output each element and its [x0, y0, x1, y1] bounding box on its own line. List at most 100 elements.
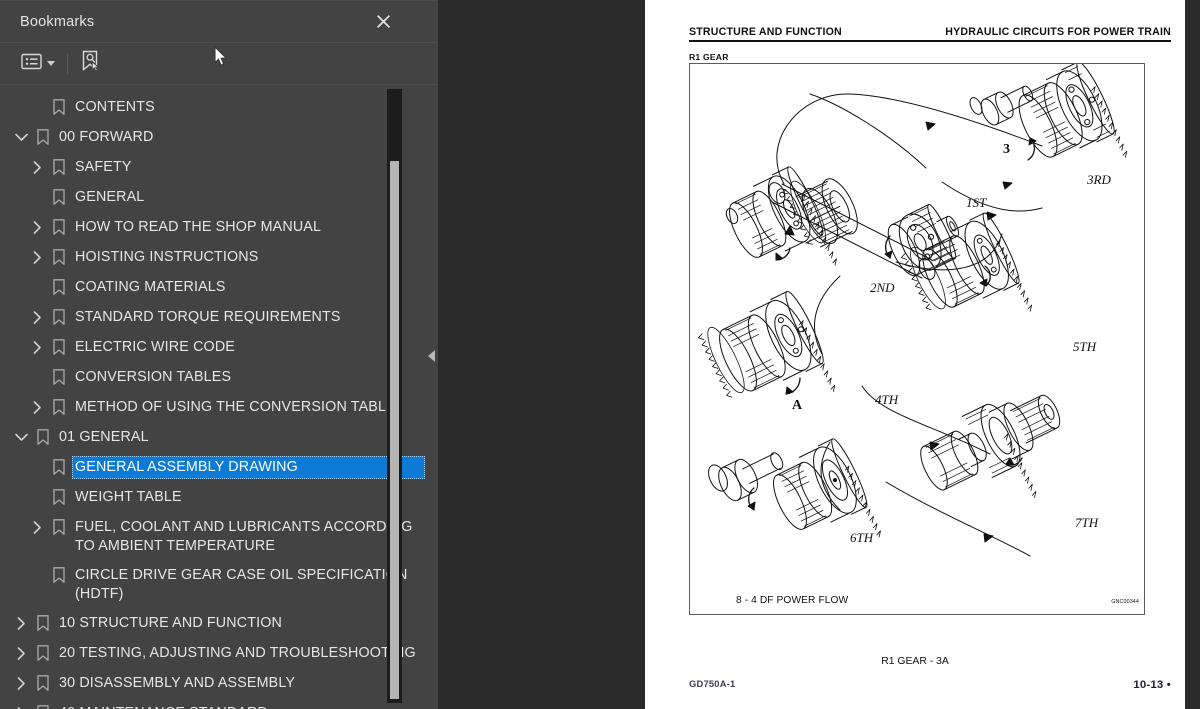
bookmark-label: ELECTRIC WIRE CODE: [75, 339, 235, 355]
bookmark-label: GENERAL ASSEMBLY DRAWING: [72, 456, 425, 479]
chevron-right-icon[interactable]: [26, 216, 48, 238]
bookmark-item[interactable]: METHOD OF USING THE CONVERSION TABLE: [0, 393, 438, 423]
bookmark-label: HOW TO READ THE SHOP MANUAL: [75, 219, 322, 235]
chevron-right-icon[interactable]: [10, 702, 32, 709]
chevron-right-icon[interactable]: [26, 396, 48, 418]
bookmark-item[interactable]: 30 DISASSEMBLY AND ASSEMBLY: [0, 669, 438, 699]
bookmark-label: METHOD OF USING THE CONVERSION TABLE: [75, 399, 396, 415]
bookmark-icon: [32, 642, 54, 664]
figure-reference-code: GNC00344: [1111, 599, 1139, 605]
bookmark-icon: [32, 612, 54, 634]
bookmark-icon: [48, 336, 70, 358]
bookmarks-scrollbar-thumb[interactable]: [390, 161, 399, 699]
figure-title: R1 GEAR: [689, 52, 729, 62]
bookmarks-tree-scroll-area[interactable]: CONTENTS 00 FORWARD SAFETY GENERAL HOW TO RE…: [0, 85, 438, 709]
figure-footnote: 8 - 4 DF POWER FLOW: [736, 595, 849, 606]
bookmark-item[interactable]: COATING MATERIALS: [0, 273, 438, 303]
power-train-gear-diagram: 1ST 3RD 3 2ND 5TH 4TH A 6TH 7TH: [698, 64, 1128, 557]
find-current-bookmark-button[interactable]: [77, 50, 104, 77]
bookmark-label: 00 FORWARD: [59, 129, 154, 145]
bookmark-label: CONVERSION TABLES: [75, 369, 232, 385]
chevron-right-icon[interactable]: [26, 246, 48, 268]
bookmark-item[interactable]: STANDARD TORQUE REQUIREMENTS: [0, 303, 438, 333]
document-viewer[interactable]: STRUCTURE AND FUNCTION HYDRAULIC CIRCUIT…: [438, 0, 1200, 709]
bookmark-icon: [48, 276, 70, 298]
bookmark-item[interactable]: 20 TESTING, ADJUSTING AND TROUBLESHOOTIN…: [0, 639, 438, 669]
bookmark-label: 30 DISASSEMBLY AND ASSEMBLY: [59, 675, 296, 691]
chevron-right-icon[interactable]: [10, 642, 32, 664]
bookmark-item[interactable]: HOW TO READ THE SHOP MANUAL: [0, 213, 438, 243]
bookmark-icon: [32, 426, 54, 448]
pdf-reader-window: Bookmarks CONTENTS 00 FORWARD SAFETY GEN…: [0, 0, 1200, 709]
close-icon[interactable]: [370, 9, 396, 35]
bookmarks-tree: CONTENTS 00 FORWARD SAFETY GENERAL HOW TO RE…: [0, 93, 438, 709]
bookmark-icon: [48, 396, 70, 418]
chevron-down-icon[interactable]: [10, 126, 32, 148]
bookmark-icon: [48, 156, 70, 178]
bookmark-icon: [32, 702, 54, 709]
chevron-right-icon[interactable]: [10, 612, 32, 634]
bookmarks-panel: Bookmarks CONTENTS 00 FORWARD SAFETY GEN…: [0, 0, 438, 709]
bookmark-icon: [48, 246, 70, 268]
bookmarks-scrollbar[interactable]: [387, 89, 402, 703]
bookmark-item[interactable]: 00 FORWARD: [0, 123, 438, 153]
bookmark-item[interactable]: CONVERSION TABLES: [0, 363, 438, 393]
bookmark-item[interactable]: 40 MAINTENANCE STANDARD: [0, 699, 438, 709]
chevron-right-icon[interactable]: [10, 672, 32, 694]
diagram-label: 3: [1003, 142, 1010, 157]
chevron-down-icon: [47, 61, 55, 66]
bookmark-options-button[interactable]: [18, 51, 58, 77]
find-current-bookmark-icon: [80, 50, 101, 77]
bookmark-item[interactable]: GENERAL: [0, 183, 438, 213]
chevron-right-icon[interactable]: [26, 306, 48, 328]
diagram-label: 2ND: [870, 280, 895, 295]
bookmark-item[interactable]: 10 STRUCTURE AND FUNCTION: [0, 609, 438, 639]
chevron-right-icon[interactable]: [26, 336, 48, 358]
bookmark-label: 20 TESTING, ADJUSTING AND TROUBLESHOOTIN…: [59, 645, 416, 661]
bookmark-label: COATING MATERIALS: [75, 279, 226, 295]
bookmark-item[interactable]: CIRCLE DRIVE GEAR CASE OIL SPECIFICATION…: [0, 561, 438, 609]
bookmark-label: FUEL, COOLANT AND LUBRICANTS ACCORDING T…: [75, 519, 417, 554]
bookmark-label: CONTENTS: [75, 99, 155, 115]
bookmark-item[interactable]: HOISTING INSTRUCTIONS: [0, 243, 438, 273]
bookmark-label: WEIGHT TABLE: [75, 489, 182, 505]
bookmark-item-selected[interactable]: GENERAL ASSEMBLY DRAWING: [0, 453, 438, 483]
chevron-right-icon[interactable]: [26, 156, 48, 178]
bookmark-icon: [48, 486, 70, 508]
bookmark-icon: [48, 186, 70, 208]
chevron-down-icon[interactable]: [10, 426, 32, 448]
chevron-right-icon[interactable]: [26, 516, 48, 538]
diagram-label: 7TH: [1075, 515, 1099, 530]
bookmark-icon: [48, 96, 70, 118]
bookmark-item[interactable]: FUEL, COOLANT AND LUBRICANTS ACCORDING T…: [0, 513, 438, 561]
diagram-label: 3RD: [1086, 172, 1111, 187]
bookmark-item[interactable]: WEIGHT TABLE: [0, 483, 438, 513]
diagram-label: 4TH: [875, 392, 899, 407]
diagram-label: 5TH: [1073, 339, 1097, 354]
bookmark-label: 01 GENERAL: [59, 429, 149, 445]
bookmark-item[interactable]: ELECTRIC WIRE CODE: [0, 333, 438, 363]
bookmark-item[interactable]: CONTENTS: [0, 93, 438, 123]
collapse-panel-button[interactable]: [426, 1, 436, 709]
bookmark-options-list-icon: [21, 53, 42, 75]
bookmark-label: GENERAL: [75, 189, 145, 205]
bookmark-item[interactable]: 01 GENERAL: [0, 423, 438, 453]
bookmark-item[interactable]: SAFETY: [0, 153, 438, 183]
footer-model-number: GD750A-1: [689, 678, 736, 689]
page-running-header: STRUCTURE AND FUNCTION HYDRAULIC CIRCUIT…: [689, 26, 1171, 42]
bookmark-label: SAFETY: [75, 159, 132, 175]
bookmark-icon: [48, 366, 70, 388]
header-right-text: HYDRAULIC CIRCUITS FOR POWER TRAIN: [945, 26, 1171, 38]
header-left-text: STRUCTURE AND FUNCTION: [689, 26, 842, 38]
bookmark-label: 40 MAINTENANCE STANDARD: [56, 702, 272, 709]
toolbar-separator: [67, 53, 68, 74]
bookmark-label: 10 STRUCTURE AND FUNCTION: [59, 615, 282, 631]
bookmark-icon: [48, 456, 70, 478]
bookmark-label: HOISTING INSTRUCTIONS: [75, 249, 259, 265]
